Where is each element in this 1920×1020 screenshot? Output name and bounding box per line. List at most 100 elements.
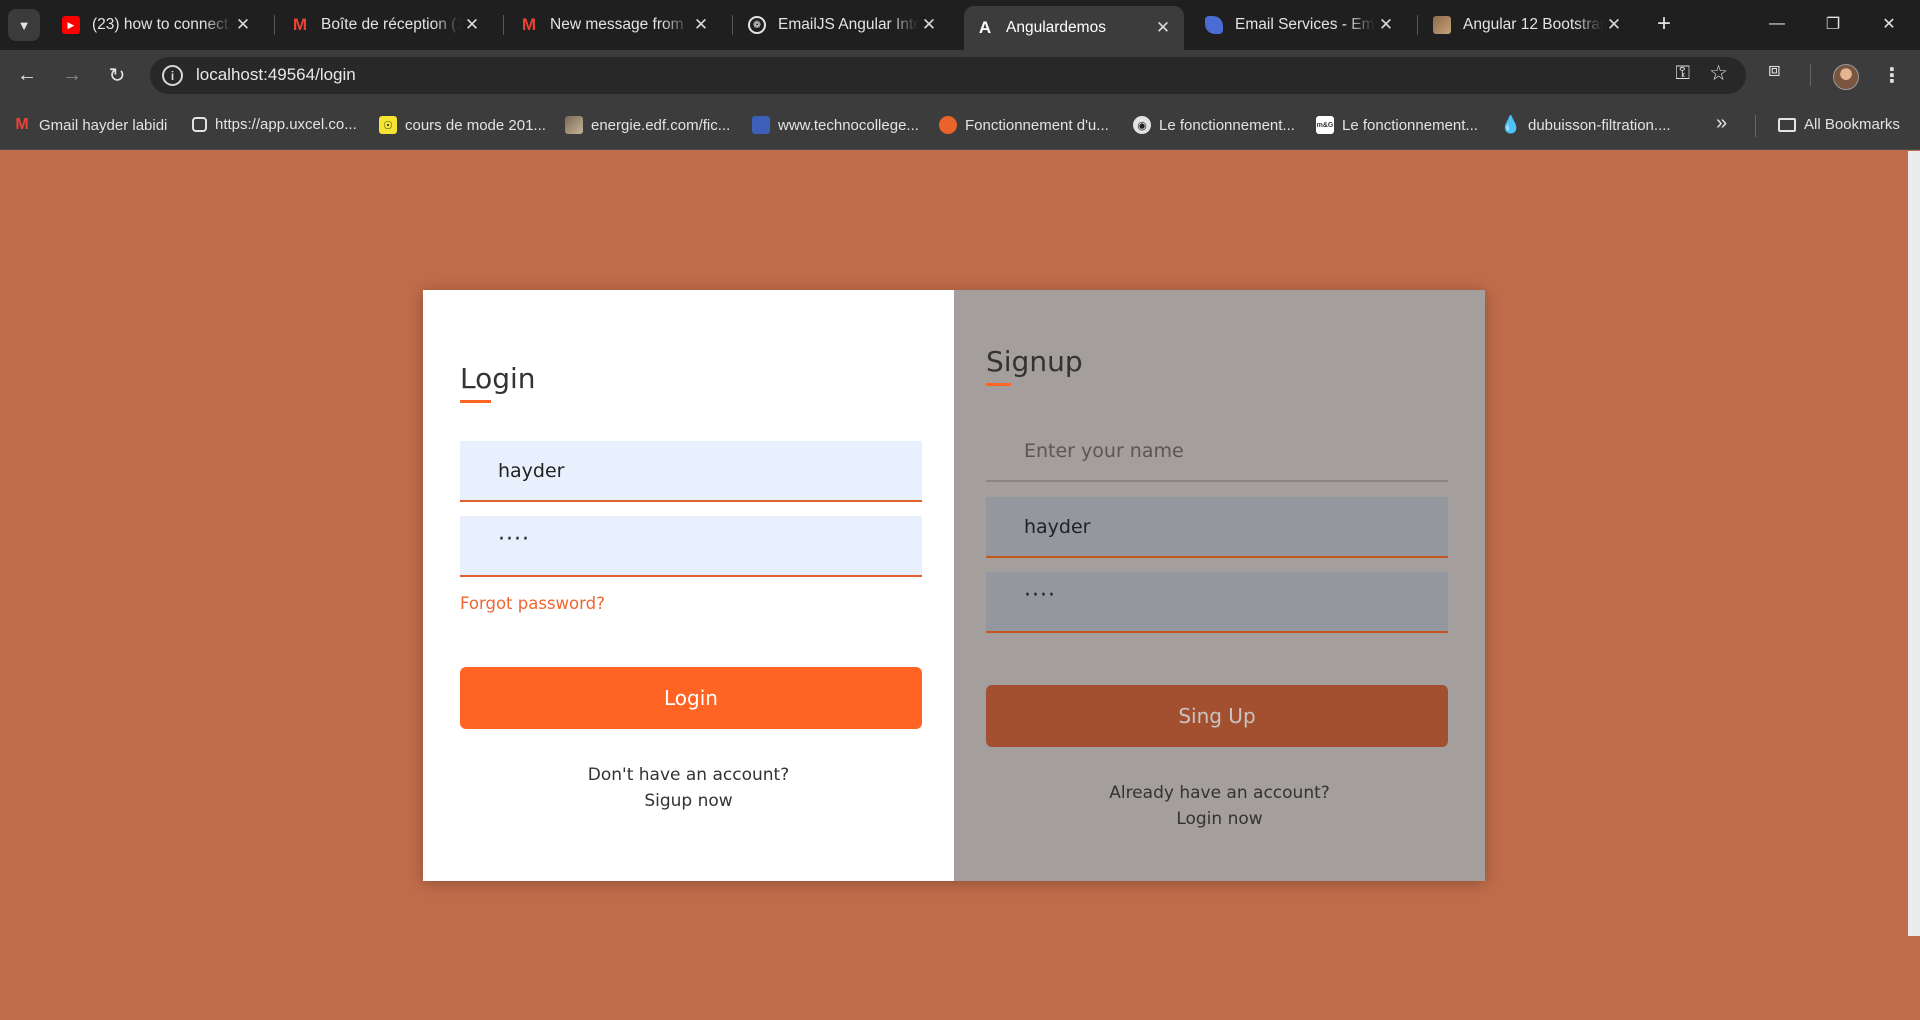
arrow-right-icon: → [62, 63, 82, 86]
tab-separator [274, 15, 275, 35]
bookmark-label: dubuisson-filtration.... [1528, 116, 1671, 134]
bookmark-item[interactable]: Fonctionnement d'u... [939, 116, 1109, 134]
close-icon[interactable]: ✕ [918, 15, 940, 35]
login-question: Already have an account? [1109, 783, 1330, 803]
forgot-password-link[interactable]: Forgot password? [460, 594, 605, 613]
tab-angular-bootstrap[interactable]: Angular 12 Bootstrap ✕ [1421, 8, 1635, 42]
login-title: Login [460, 362, 536, 395]
close-icon[interactable]: ✕ [690, 15, 712, 35]
chevron-down-icon: ▼ [17, 17, 31, 33]
bookmark-label: Le fonctionnement... [1342, 116, 1478, 134]
login-password-input[interactable]: ···· [460, 516, 922, 577]
drop-icon: 💧 [1500, 115, 1522, 134]
forward-button[interactable]: → [56, 59, 88, 91]
chevron-double-right-icon[interactable]: » [1716, 112, 1727, 135]
bookmark-label: Fonctionnement d'u... [965, 116, 1109, 134]
signup-title: Signup [986, 345, 1083, 378]
reload-icon: ↻ [108, 64, 126, 87]
tab-email-services[interactable]: Email Services - Email ✕ [1193, 8, 1407, 42]
signup-name-input[interactable]: Enter your name [986, 421, 1448, 482]
tab-title: Angulardemos [1006, 19, 1106, 36]
tab-gmail-inbox[interactable]: M Boîte de réception (1 ✕ [279, 8, 493, 42]
browser-toolbar: ← → ↻ i localhost:49564/login ⚿ ☆ [0, 50, 1920, 100]
gmail-icon: M [292, 15, 308, 34]
close-icon: ✕ [1882, 16, 1896, 33]
tab-angulardemos[interactable]: A Angulardemos ✕ [964, 6, 1184, 50]
tab-strip: ▼ ▶ (23) how to connect an ✕ M Boîte de … [0, 0, 1920, 50]
gmail-icon: M [521, 15, 537, 34]
tab-search-button[interactable]: ▼ [8, 9, 40, 41]
signup-now-link[interactable]: Sigup now [423, 788, 954, 814]
close-icon[interactable]: ✕ [1375, 15, 1397, 35]
minimize-icon: — [1769, 15, 1785, 32]
login-heading: Login [460, 362, 536, 403]
close-icon[interactable]: ✕ [1603, 15, 1625, 35]
image-icon [565, 116, 583, 134]
signup-password-input[interactable]: ···· [986, 572, 1448, 633]
signup-question: Don't have an account? [587, 765, 790, 785]
signup-username-input[interactable]: hayder [986, 497, 1448, 558]
profile-avatar[interactable] [1833, 64, 1859, 90]
close-icon[interactable]: ✕ [232, 15, 254, 35]
folder-icon [1778, 117, 1796, 132]
signup-button[interactable]: Sing Up [986, 685, 1448, 747]
toolbar-separator [1810, 64, 1811, 86]
restore-icon: ❐ [1825, 16, 1841, 33]
page-scrollbar[interactable] [1908, 151, 1920, 936]
msg-icon: m&G [1316, 116, 1334, 134]
site-info-icon[interactable]: i [162, 65, 183, 86]
bookmark-label: cours de mode 201... [405, 116, 546, 134]
plus-icon: + [1656, 10, 1671, 37]
bookmark-label: energie.edf.com/fic... [591, 116, 731, 134]
tab-gmail-message[interactable]: M New message from - ✕ [508, 8, 722, 42]
key-icon[interactable]: ⚿ [1676, 63, 1690, 85]
tab-title: Angular 12 Bootstrap [1463, 16, 1603, 33]
bookmark-label: https://app.uxcel.co... [215, 116, 357, 133]
close-window-button[interactable]: ✕ [1866, 8, 1912, 40]
close-icon[interactable]: ✕ [1152, 18, 1174, 38]
login-panel: Login hayder ···· Forgot password? Login… [423, 290, 954, 881]
tab-title: EmailJS Angular Integ [778, 16, 918, 33]
bookmark-item[interactable]: energie.edf.com/fic... [565, 116, 730, 134]
youtube-icon: ▶ [62, 16, 80, 34]
bookmark-item[interactable]: ☉ cours de mode 201... [379, 116, 546, 134]
tab-title: (23) how to connect an [92, 16, 232, 33]
bookmark-label: www.technocollege... [778, 116, 919, 134]
bookmark-item[interactable]: www.technocollege... [752, 116, 919, 134]
login-now-link[interactable]: Login now [954, 806, 1485, 832]
tab-separator [1417, 15, 1418, 35]
login-prompt: Already have an account? Login now [954, 780, 1485, 832]
bookmark-item[interactable]: M Gmail hayder labidi [13, 116, 167, 134]
new-tab-button[interactable]: + [1650, 10, 1678, 38]
close-icon[interactable]: ✕ [461, 15, 483, 35]
bookmark-item[interactable]: m&G Le fonctionnement... [1316, 116, 1478, 134]
signup-username-value: hayder [1024, 515, 1091, 538]
bookmark-item[interactable]: 💧 dubuisson-filtration.... [1500, 115, 1671, 134]
reload-button[interactable]: ↻ [101, 59, 133, 91]
coursera-icon: ☉ [379, 116, 397, 134]
more-menu-icon[interactable]: ⋮ [1882, 63, 1902, 88]
login-username-input[interactable]: hayder [460, 441, 922, 502]
tab-youtube[interactable]: ▶ (23) how to connect an ✕ [50, 8, 264, 42]
url-text[interactable]: localhost:49564/login [196, 65, 356, 85]
login-button[interactable]: Login [460, 667, 922, 729]
restore-button[interactable]: ❐ [1810, 8, 1856, 40]
bookmark-label: Le fonctionnement... [1159, 116, 1295, 134]
signup-button-label: Sing Up [1178, 704, 1256, 728]
bookmark-item[interactable]: ◉ Le fonctionnement... [1133, 116, 1295, 134]
technocollege-icon [752, 116, 770, 134]
star-icon[interactable]: ☆ [1709, 61, 1728, 86]
signup-heading: Signup [986, 345, 1083, 386]
signup-password-value: ···· [1024, 583, 1056, 608]
all-bookmarks-label: All Bookmarks [1804, 116, 1900, 133]
back-button[interactable]: ← [11, 59, 43, 91]
minimize-button[interactable]: — [1754, 8, 1800, 40]
tab-emailjs-chatgpt[interactable]: ❁ EmailJS Angular Integ ✕ [736, 8, 950, 42]
bookmark-item[interactable]: https://app.uxcel.co... [192, 116, 357, 133]
signup-name-placeholder: Enter your name [1024, 439, 1184, 462]
address-bar[interactable]: i localhost:49564/login ⚿ ☆ [150, 57, 1746, 94]
extensions-icon[interactable]: ⧈ [1768, 59, 1781, 82]
login-password-value: ···· [498, 527, 530, 552]
signup-panel: Signup Enter your name hayder ···· Sing … [954, 290, 1485, 881]
all-bookmarks[interactable]: All Bookmarks [1778, 116, 1900, 133]
